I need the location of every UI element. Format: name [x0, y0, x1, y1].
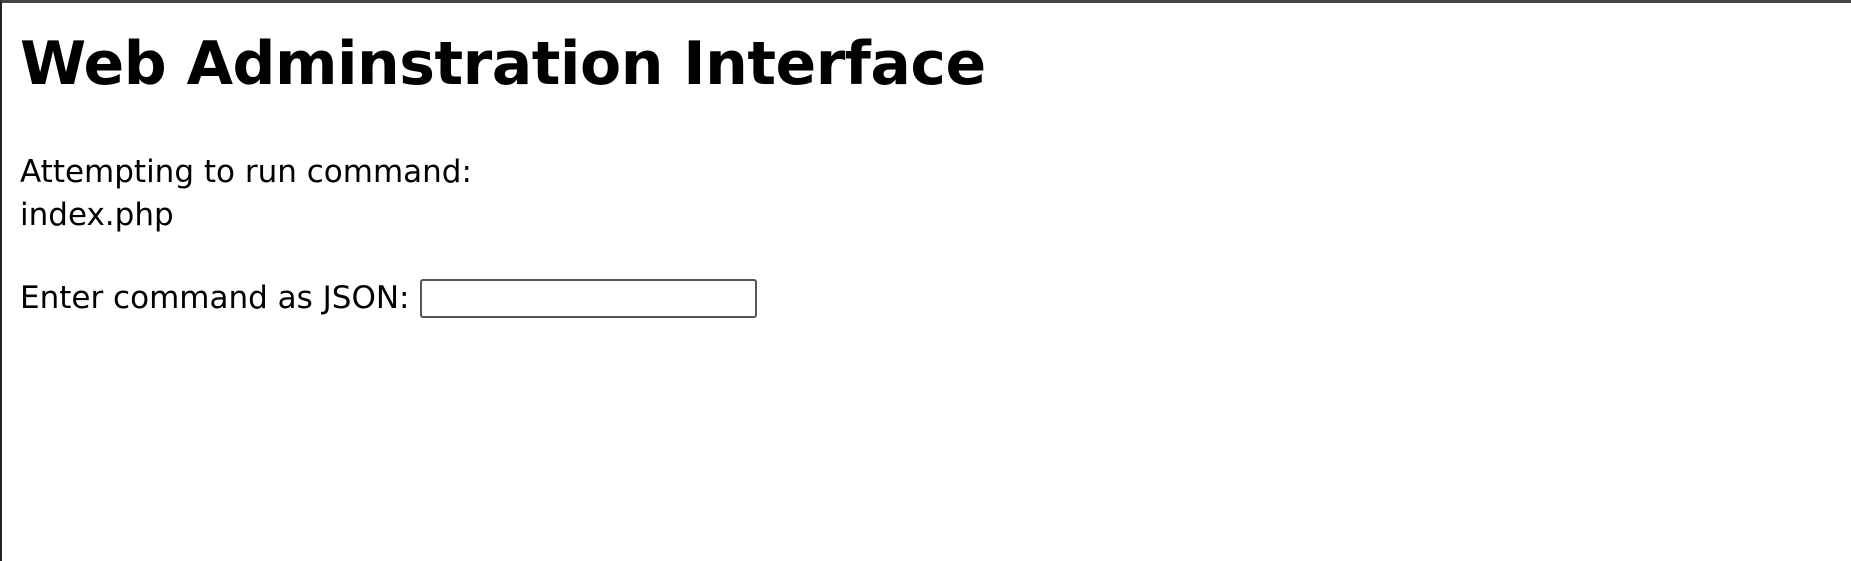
page-frame: Web Adminstration Interface Attempting t… [0, 0, 1851, 561]
command-status-label: Attempting to run command: [20, 154, 472, 190]
command-form: Enter command as JSON: [20, 277, 757, 319]
page-title: Web Adminstration Interface [20, 29, 986, 99]
command-json-input[interactable] [419, 278, 757, 318]
command-field-label: Enter command as JSON: [20, 280, 410, 316]
command-status-value: index.php [20, 197, 174, 233]
